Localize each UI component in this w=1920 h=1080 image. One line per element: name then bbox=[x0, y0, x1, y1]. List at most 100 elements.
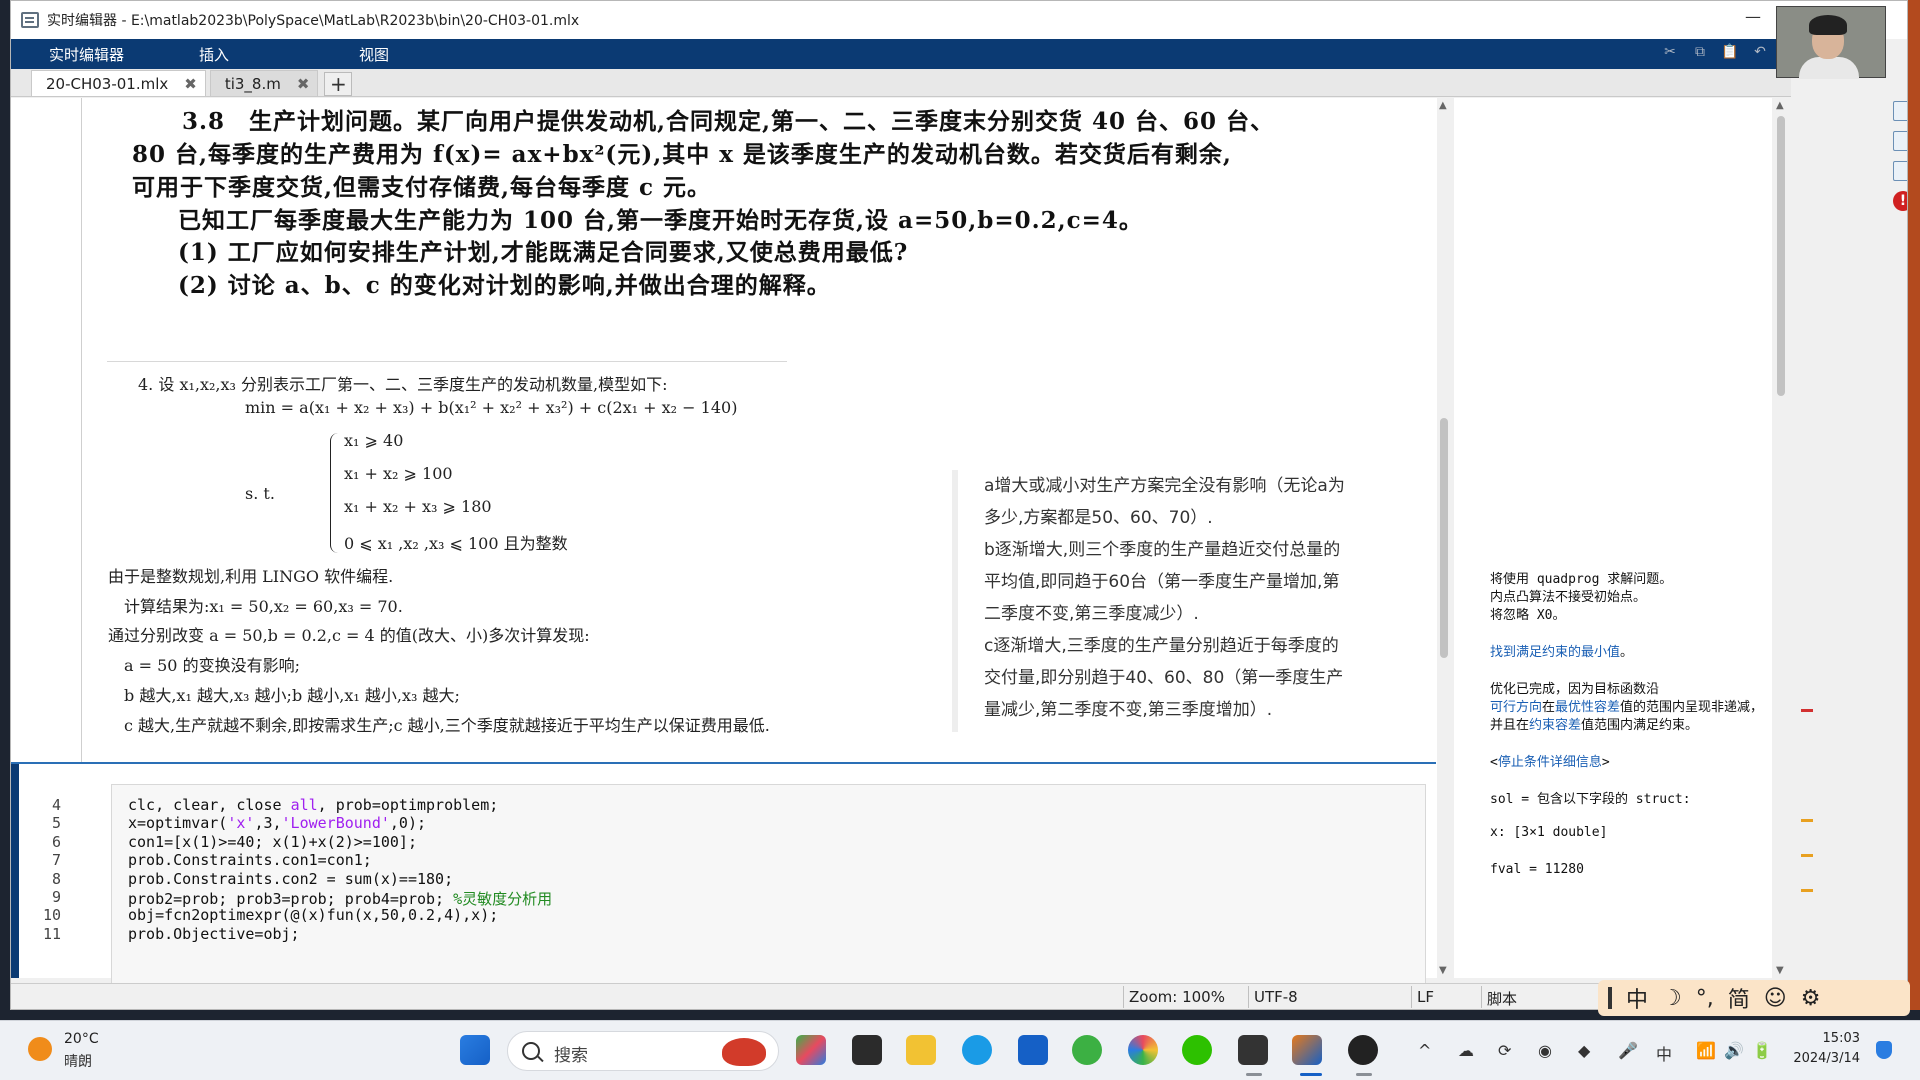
task-view-icon[interactable] bbox=[852, 1035, 882, 1065]
solution-intro: 4. 设 x₁,x₂,x₃ 分别表示工厂第一、二、三季度生产的发动机数量,模型如… bbox=[138, 375, 668, 394]
ime-moon-icon[interactable]: ☽ bbox=[1662, 986, 1682, 1011]
copilot-icon[interactable] bbox=[796, 1035, 826, 1065]
edge-browser-icon[interactable] bbox=[962, 1035, 992, 1065]
problem-text-line: (1) 工厂应如何安排生产计划,才能既满足合同要求,又使总费用最低? bbox=[154, 239, 909, 266]
output-text: 将忽略 X0。 bbox=[1490, 608, 1566, 623]
output-right-icon[interactable] bbox=[1893, 131, 1907, 151]
editor-scrollbar[interactable]: ▲ ▼ bbox=[1437, 98, 1451, 978]
line-number: 4 bbox=[51, 796, 61, 814]
code-line[interactable]: x=optimvar('x',3,'LowerBound',0); bbox=[128, 814, 426, 832]
ime-chinese-mode[interactable]: 中 bbox=[1626, 982, 1648, 1014]
code-line[interactable]: prob.Constraints.con1=con1; bbox=[128, 851, 372, 869]
code-line[interactable]: prob.Objective=obj; bbox=[128, 925, 300, 943]
warning-marker[interactable] bbox=[1801, 889, 1813, 892]
minimize-button[interactable]: — bbox=[1745, 7, 1761, 26]
output-line: x: [3×1 double] bbox=[1490, 825, 1607, 840]
code-line[interactable]: clc, clear, close all, prob=optimproblem… bbox=[128, 796, 498, 814]
wechat-icon[interactable] bbox=[1182, 1035, 1212, 1065]
code-line[interactable]: prob.Constraints.con2 = sum(x)==180; bbox=[128, 870, 453, 888]
battery-icon[interactable]: 🔋 bbox=[1752, 1041, 1772, 1060]
ime-settings-icon[interactable]: ⚙ bbox=[1801, 986, 1821, 1011]
ime-toolbar: 中 ☽ °, 简 ☺ ⚙ bbox=[1598, 980, 1910, 1016]
obs-icon[interactable] bbox=[1348, 1035, 1378, 1065]
show-hidden-icons-chevron-icon[interactable]: ^ bbox=[1418, 1041, 1431, 1060]
file-tab-ti3-8[interactable]: ti3_8.m ✖ bbox=[209, 70, 319, 96]
line-number: 6 bbox=[51, 832, 61, 851]
paste-icon[interactable]: 📋 bbox=[1719, 44, 1741, 64]
volume-icon[interactable]: 🔊 bbox=[1724, 1041, 1744, 1060]
ime-simplified-mode[interactable]: 简 bbox=[1728, 982, 1750, 1014]
zoom-level[interactable]: Zoom: 100% bbox=[1129, 988, 1225, 1006]
file-tab-20-ch03-01[interactable]: 20-CH03-01.mlx ✖ bbox=[31, 70, 206, 96]
code-line[interactable]: con1=[x(1)>=40; x(1)+x(2)>=100]; bbox=[128, 833, 417, 851]
matlab-icon[interactable] bbox=[1292, 1035, 1322, 1065]
output-link[interactable]: 最优性容差 bbox=[1555, 700, 1620, 715]
constraint-line: x₁ + x₂ + x₃ ⩾ 180 bbox=[344, 497, 492, 516]
output-scroll-thumb[interactable] bbox=[1777, 116, 1785, 396]
file-type: 脚本 bbox=[1487, 990, 1518, 1008]
browser-e-icon[interactable] bbox=[1072, 1035, 1102, 1065]
editor-scroll-thumb[interactable] bbox=[1440, 418, 1448, 658]
weather-description[interactable]: 晴朗 bbox=[64, 1051, 92, 1071]
microsoft-store-icon[interactable] bbox=[1018, 1035, 1048, 1065]
add-tab-button[interactable]: + bbox=[324, 72, 353, 96]
code-string: 'LowerBound' bbox=[281, 814, 390, 833]
ime-punctuation-icon[interactable]: °, bbox=[1696, 986, 1714, 1011]
warning-marker[interactable] bbox=[1801, 819, 1813, 822]
scroll-down-arrow-icon[interactable]: ▼ bbox=[1776, 965, 1784, 976]
ime-handle[interactable] bbox=[1608, 987, 1612, 1009]
status-separator bbox=[1248, 986, 1249, 1008]
output-line: 可行方向在最优性容差值的范围内呈现非递减， bbox=[1490, 696, 1763, 715]
taskbar-search-box[interactable]: 搜索 bbox=[507, 1031, 779, 1071]
wifi-icon[interactable]: 📶 bbox=[1696, 1041, 1716, 1060]
colorful-app-icon[interactable] bbox=[1128, 1035, 1158, 1065]
clock-time[interactable]: 15:03 bbox=[1796, 1031, 1860, 1046]
clock-date[interactable]: 2024/3/14 bbox=[1786, 1051, 1860, 1066]
onedrive-icon[interactable]: ☁ bbox=[1458, 1041, 1474, 1060]
cut-icon[interactable]: ✂ bbox=[1659, 44, 1681, 64]
scroll-up-arrow-icon[interactable]: ▲ bbox=[1776, 100, 1784, 111]
output-inline-icon[interactable] bbox=[1893, 101, 1907, 121]
output-text: < bbox=[1490, 755, 1498, 770]
code-token: prob.Constraints.con1=con1; bbox=[128, 851, 372, 870]
output-link[interactable]: 可行方向 bbox=[1490, 700, 1542, 715]
code-line[interactable]: obj=fcn2optimexpr(@(x)fun(x,50,0.2,4),x)… bbox=[128, 906, 498, 924]
ribbon-tab-insert[interactable]: 插入 bbox=[169, 44, 329, 65]
hide-code-icon[interactable] bbox=[1893, 161, 1907, 181]
app-tray-icon[interactable]: ◆ bbox=[1578, 1041, 1590, 1060]
running-indicator bbox=[1246, 1073, 1262, 1076]
line-ending[interactable]: LF bbox=[1417, 988, 1434, 1006]
ribbon-tab-view[interactable]: 视图 bbox=[329, 44, 489, 65]
notification-bell-icon[interactable] bbox=[1876, 1041, 1892, 1059]
close-tab-icon[interactable]: ✖ bbox=[297, 75, 310, 93]
encoding[interactable]: UTF-8 bbox=[1254, 988, 1298, 1006]
file-explorer-icon[interactable] bbox=[906, 1035, 936, 1065]
output-scrollbar[interactable]: ▲ ▼ bbox=[1774, 98, 1788, 978]
problem-text-line: 已知工厂每季度最大生产能力为 100 台,第一季度开始时无存货,设 a=50,b… bbox=[154, 207, 1143, 234]
windows-start-icon[interactable] bbox=[460, 1035, 490, 1065]
copy-icon[interactable]: ⧉ bbox=[1689, 44, 1711, 64]
input-method-indicator[interactable]: 中 bbox=[1656, 1041, 1672, 1065]
live-script-editor[interactable]: 3.8 生产计划问题。某厂向用户提供发动机,合同规定,第一、二、三季度末分别交货… bbox=[11, 98, 1446, 984]
weather-sun-icon[interactable] bbox=[28, 1037, 52, 1061]
error-marker[interactable] bbox=[1801, 709, 1813, 712]
error-indicator-icon[interactable]: ! bbox=[1893, 191, 1907, 211]
sync-icon[interactable]: ⟳ bbox=[1498, 1041, 1511, 1060]
close-tab-icon[interactable]: ✖ bbox=[184, 75, 197, 93]
weather-temperature[interactable]: 20°C bbox=[64, 1031, 99, 1047]
undo-icon[interactable]: ↶ bbox=[1749, 44, 1771, 64]
qq-icon[interactable]: ◉ bbox=[1538, 1041, 1552, 1060]
scroll-down-arrow-icon[interactable]: ▼ bbox=[1439, 965, 1447, 976]
line-number: 11 bbox=[42, 924, 61, 943]
ribbon-tab-live-editor[interactable]: 实时编辑器 bbox=[11, 44, 169, 65]
output-link[interactable]: 约束容差 bbox=[1529, 718, 1581, 733]
app-icon[interactable] bbox=[1238, 1035, 1268, 1065]
output-link[interactable]: 停止条件详细信息 bbox=[1498, 755, 1602, 770]
microphone-icon[interactable]: 🎤 bbox=[1618, 1041, 1638, 1060]
output-text: 。 bbox=[1620, 645, 1634, 660]
solution-text-line: 计算结果为:x₁ = 50,x₂ = 60,x₃ = 70. bbox=[108, 597, 403, 616]
ime-emoji-icon[interactable]: ☺ bbox=[1764, 986, 1787, 1011]
scroll-up-arrow-icon[interactable]: ▲ bbox=[1439, 100, 1447, 111]
output-link[interactable]: 找到满足约束的最小值 bbox=[1490, 645, 1620, 660]
warning-marker[interactable] bbox=[1801, 854, 1813, 857]
